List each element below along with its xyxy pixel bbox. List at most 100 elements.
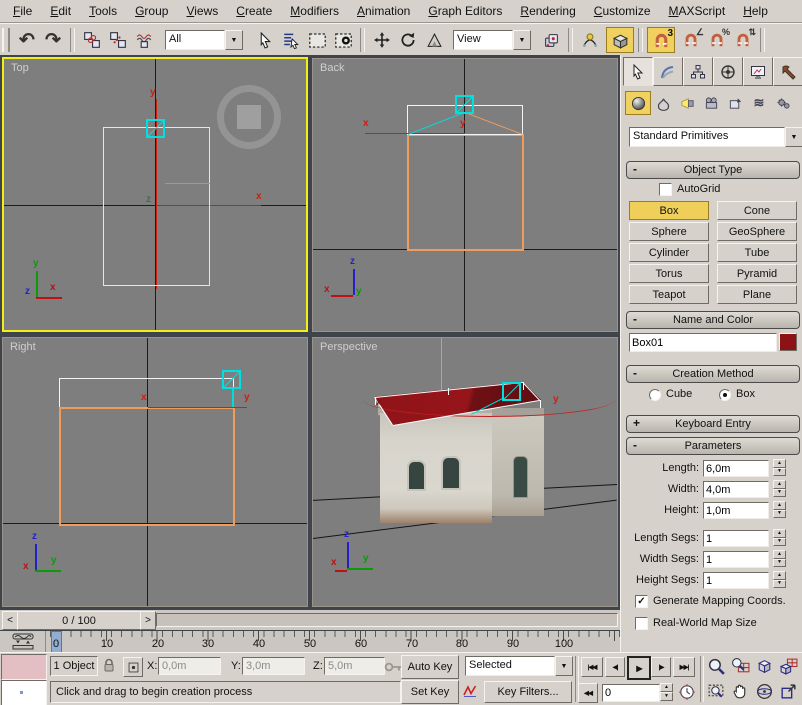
tab-modify[interactable] (653, 57, 683, 86)
menu-tools[interactable]: Tools (80, 1, 126, 21)
go-to-end-button[interactable]: ▶▶| (673, 657, 695, 677)
reference-coordinate-dropdown[interactable]: View ▼ (453, 30, 531, 50)
chevron-down-icon[interactable]: ▼ (785, 127, 802, 147)
play-button[interactable]: ▶ (627, 656, 651, 680)
percent-snap-toggle-icon[interactable]: % (704, 27, 730, 53)
objtype-torus-button[interactable]: Torus (629, 264, 709, 283)
real-world-map-size-checkbox[interactable] (635, 617, 648, 630)
angle-snap-toggle-icon[interactable]: ∠ (678, 27, 704, 53)
go-to-start-button[interactable]: |◀◀ (581, 657, 603, 677)
menu-edit[interactable]: Edit (41, 1, 80, 21)
category-systems[interactable] (771, 91, 795, 115)
viewport-label[interactable]: Perspective (320, 341, 377, 353)
category-lights[interactable] (675, 91, 699, 115)
min-max-toggle-button[interactable] (777, 680, 800, 703)
menu-group[interactable]: Group (126, 1, 177, 21)
width-spinner[interactable]: ▲▼ (773, 480, 786, 497)
auto-key-button[interactable]: Auto Key (401, 655, 459, 679)
objtype-box-button[interactable]: Box (629, 201, 709, 220)
select-and-scale-icon[interactable] (421, 27, 447, 53)
width-segs-spinner[interactable]: ▲▼ (773, 550, 786, 567)
use-pivot-point-center-icon[interactable] (538, 27, 564, 53)
autogrid-checkbox[interactable] (659, 183, 672, 196)
window-crossing-toggle-icon[interactable] (330, 27, 356, 53)
menu-maxscript[interactable]: MAXScript (660, 1, 735, 21)
time-slider-track[interactable] (156, 613, 618, 627)
objtype-cylinder-button[interactable]: Cylinder (629, 243, 709, 262)
viewport-label[interactable]: Back (320, 62, 344, 74)
rollout-object-type[interactable]: - Object Type (626, 161, 800, 179)
width-field[interactable] (703, 481, 769, 498)
height-segs-spinner[interactable]: ▲▼ (773, 571, 786, 588)
tab-create[interactable] (623, 57, 653, 86)
time-slider-next-button[interactable]: > (140, 611, 156, 630)
menu-customize[interactable]: Customize (585, 1, 660, 21)
zoom-extents-all-button[interactable] (777, 655, 800, 678)
unlink-selection-icon[interactable] (105, 27, 131, 53)
set-key-button[interactable]: Set Key (401, 680, 459, 704)
object-name-field[interactable] (629, 333, 777, 352)
width-segs-field[interactable] (703, 551, 769, 568)
category-helpers[interactable] (723, 91, 747, 115)
zoom-button[interactable] (705, 655, 728, 678)
objtype-teapot-button[interactable]: Teapot (629, 285, 709, 304)
zoom-region-button[interactable] (705, 680, 728, 703)
viewport-label[interactable]: Top (11, 62, 29, 74)
select-and-rotate-icon[interactable] (395, 27, 421, 53)
undo-icon[interactable]: ↶ (14, 27, 40, 53)
viewport-perspective[interactable]: x y z x y Perspective (312, 337, 618, 607)
length-segs-spinner[interactable]: ▲▼ (773, 529, 786, 546)
default-in-out-tangent-icon[interactable] (461, 681, 479, 701)
selection-filter-dropdown[interactable]: All ▼ (165, 30, 243, 50)
objtype-geosphere-button[interactable]: GeoSphere (717, 222, 797, 241)
menu-animation[interactable]: Animation (348, 1, 419, 21)
menu-create[interactable]: Create (227, 1, 281, 21)
chevron-down-icon[interactable]: ▼ (225, 30, 243, 50)
tab-motion[interactable] (713, 57, 743, 86)
objtype-cone-button[interactable]: Cone (717, 201, 797, 220)
select-and-manipulate-icon[interactable] (577, 27, 603, 53)
menu-help[interactable]: Help (734, 1, 777, 21)
redo-icon[interactable]: ↷ (40, 27, 66, 53)
rollout-name-color[interactable]: - Name and Color (626, 311, 800, 329)
height-field[interactable] (703, 502, 769, 519)
menu-file[interactable]: File (4, 1, 41, 21)
category-cameras[interactable] (699, 91, 723, 115)
y-coord-field[interactable]: 3,0m (242, 657, 305, 675)
select-and-link-icon[interactable] (79, 27, 105, 53)
menu-graph-editors[interactable]: Graph Editors (419, 1, 511, 21)
selection-lock-icon[interactable] (102, 657, 116, 674)
time-slider-handle[interactable]: 0 / 100 (17, 611, 141, 630)
height-spinner[interactable]: ▲▼ (773, 501, 786, 518)
length-segs-field[interactable] (703, 530, 769, 547)
previous-frame-button[interactable]: ◀| (605, 657, 625, 677)
creation-box-radio[interactable] (719, 389, 731, 401)
viewcube-ghost[interactable] (217, 85, 281, 149)
absolute-offset-toggle[interactable] (123, 657, 143, 677)
bind-to-space-warp-icon[interactable] (131, 27, 157, 53)
objtype-plane-button[interactable]: Plane (717, 285, 797, 304)
frame-spinner[interactable]: ▲▼ (660, 683, 673, 701)
chevron-down-icon[interactable]: ▼ (513, 30, 531, 50)
subcategory-dropdown[interactable]: Standard Primitives ▼ (629, 127, 802, 147)
tab-hierarchy[interactable] (683, 57, 713, 86)
spinner-snap-toggle-icon[interactable]: ⇅ (730, 27, 756, 53)
viewport-right[interactable]: x y z x y Right (2, 337, 308, 607)
viewport-back[interactable]: x y z x y Back (312, 58, 618, 332)
timeline-ruler[interactable]: 0 10 20 30 40 50 60 70 80 90 100 (46, 631, 620, 652)
generate-mapping-coords-checkbox[interactable]: ✓ (635, 595, 648, 608)
select-object-icon[interactable] (252, 27, 278, 53)
length-field[interactable] (703, 460, 769, 477)
maxscript-mini-listener[interactable] (1, 654, 47, 680)
tab-utilities[interactable] (773, 57, 802, 86)
rollout-parameters[interactable]: - Parameters (626, 437, 800, 455)
pan-hand-button[interactable] (729, 680, 752, 703)
x-coord-field[interactable]: 0,0m (158, 657, 221, 675)
key-filter-dropdown[interactable]: Selected ▼ (465, 656, 573, 676)
snaps-toggle-icon[interactable]: 3 (647, 27, 675, 53)
objtype-pyramid-button[interactable]: Pyramid (717, 264, 797, 283)
rectangular-selection-region-icon[interactable] (304, 27, 330, 53)
object-color-swatch[interactable] (779, 333, 797, 351)
open-mini-curve-editor-button[interactable] (0, 631, 46, 652)
time-slider-prev-button[interactable]: < (2, 611, 18, 630)
